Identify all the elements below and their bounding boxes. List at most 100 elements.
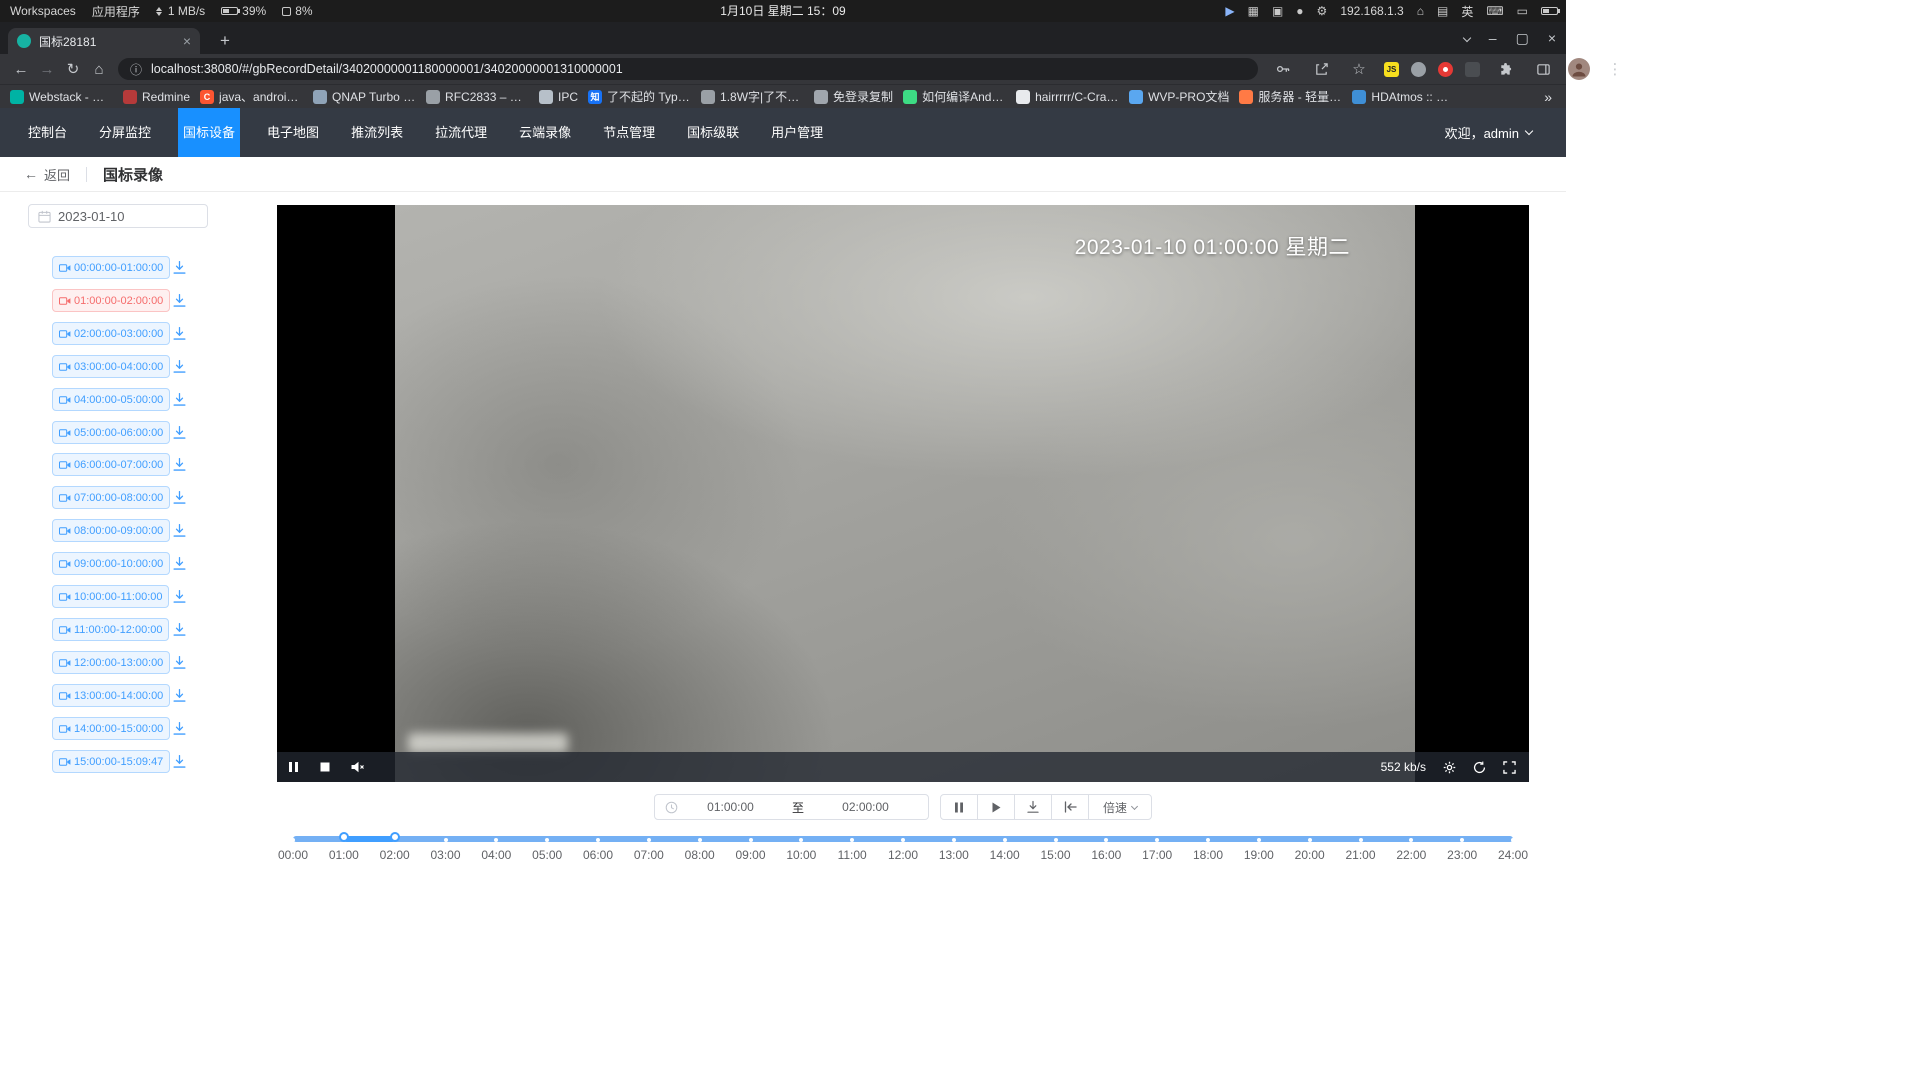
record-download-button[interactable] [172,655,187,670]
os-clock[interactable]: 1月10日 星期二 15：09 [720,0,845,22]
timeline-hour-dot[interactable] [698,838,702,842]
record-segment-button[interactable]: 03:00:00-04:00:00 [52,355,170,378]
bookmark-webstack[interactable]: Webstack - 设计... [10,88,113,105]
player-settings-button[interactable] [1443,761,1456,774]
screenshot-tray-icon[interactable]: ▣ [1272,0,1283,22]
user-menu[interactable]: 欢迎，admin [1445,123,1532,142]
range-end-value[interactable]: 02:00:00 [813,800,918,814]
nav-item-user-manage[interactable]: 用户管理 [766,108,828,157]
bookmark-typescript-18w[interactable]: 1.8W字|了不起的... [701,88,804,105]
js-extension-icon[interactable]: JS [1384,62,1399,77]
nav-item-e-map[interactable]: 电子地图 [262,108,324,157]
bookmark-hdatmos[interactable]: HDAtmos :: 种子 "... [1352,88,1455,105]
nav-item-pull-proxy[interactable]: 拉流代理 [430,108,492,157]
record-segment-button[interactable]: 12:00:00-13:00:00 [52,651,170,674]
display-tray-icon[interactable]: ▭ [1517,0,1528,22]
timeline-hour-dot[interactable] [901,838,905,842]
record-download-button[interactable] [172,326,187,341]
record-download-button[interactable] [172,688,187,703]
timeline-hour-dot[interactable] [494,838,498,842]
browser-tab[interactable]: 国标28181 × [8,28,200,54]
timeline-hour-dot[interactable] [1206,838,1210,842]
extensions-puzzle-icon[interactable] [1492,62,1518,77]
home-tray-icon[interactable]: ⌂ [1417,0,1424,22]
bookmark-zhihu-typescript[interactable]: 知了不起的 TypeScri... [588,88,691,105]
reload-button[interactable]: ↻ [60,60,86,78]
record-segment-button[interactable]: 15:00:00-15:09:47 [52,750,170,773]
window-restore-button[interactable]: ▢ [1516,30,1529,47]
timeline-hour-dot[interactable] [1003,838,1007,842]
download-button[interactable] [1014,794,1052,820]
window-minimize-button[interactable]: – [1489,30,1497,46]
cpu-indicator[interactable]: 8% [282,4,312,18]
record-download-button[interactable] [172,457,187,472]
bookmark-rfc2833-rtp[interactable]: RFC2833 – RTP Ev... [426,90,529,104]
range-start-value[interactable]: 01:00:00 [678,800,783,814]
extension-icon-dark[interactable] [1465,62,1480,77]
applications-menu-button[interactable]: 应用程序 [92,3,140,20]
date-picker-input[interactable]: 2023-01-10 [28,204,208,228]
bookmark-copy-no-login[interactable]: 免登录复制 [814,88,893,105]
extension-icon-red[interactable] [1438,62,1453,77]
nav-item-push-list[interactable]: 推流列表 [346,108,408,157]
workspaces-button[interactable]: Workspaces [10,4,76,18]
playback-speed-button[interactable]: 倍速 [1088,794,1152,820]
browser-home-button[interactable]: ⌂ [86,61,112,78]
bookmark-csdn-java-android[interactable]: Cjava、android可... [200,88,303,105]
back-link[interactable]: ← 返回 [24,165,70,184]
record-segment-button[interactable]: 11:00:00-12:00:00 [52,618,169,641]
record-segment-button[interactable]: 06:00:00-07:00:00 [52,453,170,476]
record-segment-button[interactable]: 04:00:00-05:00:00 [52,388,170,411]
bookmark-ipc[interactable]: IPC [539,90,578,104]
extension-icon-gray[interactable] [1411,62,1426,77]
stats-tray-icon[interactable]: ▦ [1248,0,1259,22]
network-speed-indicator[interactable]: 1 MB/s [156,4,205,18]
timeline-hour-dot[interactable] [1155,838,1159,842]
record-download-button[interactable] [172,490,187,505]
timeline-hour-dot[interactable] [1409,838,1413,842]
timeline-handle-start[interactable] [339,832,349,842]
bookmark-android-compile[interactable]: 如何编译Android... [903,88,1006,105]
keyboard-tray-icon[interactable]: ⌨ [1486,0,1503,22]
seek-back-button[interactable] [1051,794,1089,820]
side-panel-icon[interactable] [1530,62,1556,77]
timeline-hour-dot[interactable] [1460,838,1464,842]
record-segment-button[interactable]: 05:00:00-06:00:00 [52,421,170,444]
timeline-hour-dot[interactable] [850,838,854,842]
record-segment-button[interactable]: 13:00:00-14:00:00 [52,684,170,707]
new-tab-button[interactable]: + [212,28,238,54]
battery-tray-icon[interactable] [1541,7,1558,15]
player-fullscreen-button[interactable] [1503,761,1516,774]
back-button[interactable]: ← [8,61,34,78]
timeline-hour-dot[interactable] [1054,838,1058,842]
record-download-button[interactable] [172,359,187,374]
player-reload-button[interactable] [1473,761,1486,774]
bookmark-wvp-pro-doc[interactable]: WVP-PRO文档 [1129,88,1229,105]
timeline-hour-dot[interactable] [799,838,803,842]
nav-item-split-screen[interactable]: 分屏监控 [94,108,156,157]
timeline-hour-dot[interactable] [1104,838,1108,842]
timeline-hour-dot[interactable] [952,838,956,842]
timeline-handle-end[interactable] [390,832,400,842]
record-segment-button[interactable]: 10:00:00-11:00:00 [52,585,169,608]
record-segment-button[interactable]: 09:00:00-10:00:00 [52,552,170,575]
record-segment-button[interactable]: 07:00:00-08:00:00 [52,486,170,509]
battery-indicator[interactable]: 39% [221,4,266,18]
timeline-hour-dot[interactable] [1308,838,1312,842]
share-icon[interactable] [1308,62,1334,77]
tab-search-chevron-icon[interactable] [1463,34,1471,42]
timeline-hour-dot[interactable] [545,838,549,842]
record-download-button[interactable] [172,260,187,275]
bookmark-star-icon[interactable]: ☆ [1346,60,1372,78]
timeline-hour-dot[interactable] [647,838,651,842]
bookmark-qnap-turbo-nas[interactable]: QNAP Turbo NAS [313,90,416,104]
bookmark-server-lite[interactable]: 服务器 - 轻量应用... [1239,88,1342,105]
forward-button[interactable]: → [34,61,60,78]
record-download-button[interactable] [172,556,187,571]
record-download-button[interactable] [172,721,187,736]
record-download-button[interactable] [172,293,187,308]
record-download-button[interactable] [172,392,187,407]
record-tray-icon[interactable]: ● [1296,0,1303,22]
nav-item-node-manage[interactable]: 节点管理 [598,108,660,157]
password-key-icon[interactable] [1270,61,1296,77]
